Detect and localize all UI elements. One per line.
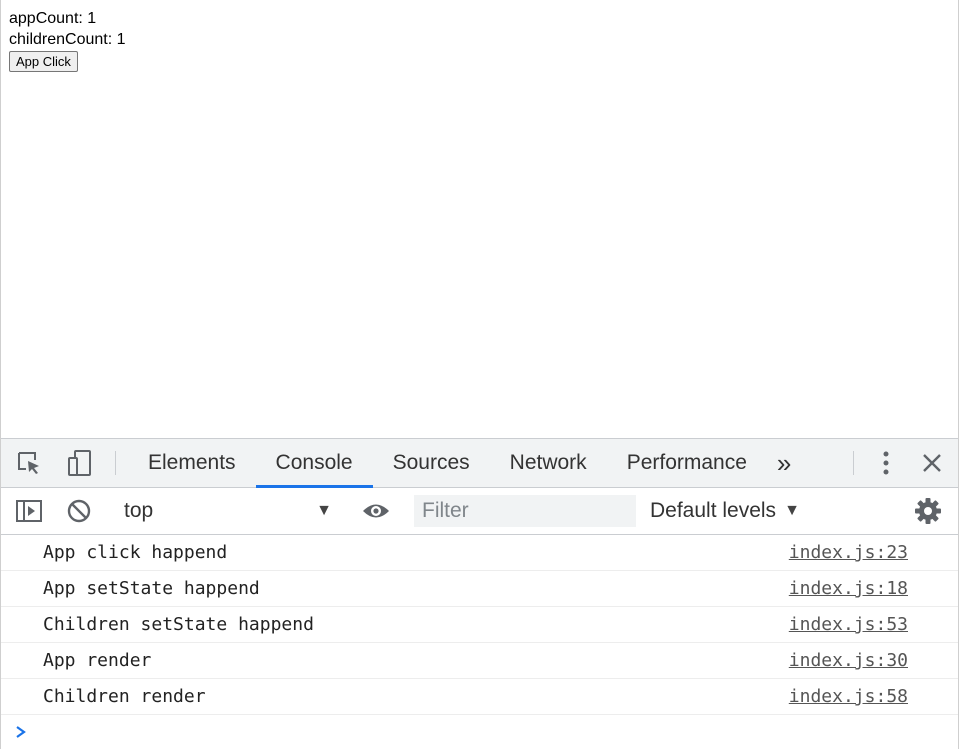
tab-performance[interactable]: Performance [607,439,767,487]
console-source-link[interactable]: index.js:23 [789,542,908,563]
app-count-label: appCount [9,10,87,27]
app-count-line: appCount1 [9,8,950,29]
children-count-line: childrenCount1 [9,29,950,50]
sidebar-toggle-icon[interactable] [1,499,57,523]
clear-console-icon[interactable] [57,498,101,524]
kebab-menu-icon[interactable] [866,439,906,487]
device-toolbar-icon[interactable] [57,439,103,487]
more-tabs-icon[interactable]: » [767,439,801,487]
context-label: top [124,499,154,522]
filter-input[interactable] [414,495,636,527]
tab-console[interactable]: Console [255,439,373,488]
console-message-text: Children render [43,686,206,707]
tab-sources[interactable]: Sources [373,439,490,487]
browser-viewport: appCount1 childrenCount1 App Click Eleme… [0,0,959,749]
app-click-button[interactable]: App Click [9,51,78,72]
children-count-label: childrenCount [9,31,117,48]
tab-network[interactable]: Network [490,439,607,487]
console-source-link[interactable]: index.js:53 [789,614,908,635]
console-toolbar: top ▼ Default levels ▼ [1,488,958,535]
console-message: App render index.js:30 [1,643,958,679]
console-source-link[interactable]: index.js:18 [789,578,908,599]
devtools-panel: Elements Console Sources Network Perform… [1,438,958,749]
console-log: App click happend index.js:23 App setSta… [1,535,958,749]
children-count-value: 1 [116,31,126,48]
console-message-text: App setState happend [43,578,260,599]
console-prompt[interactable] [1,715,958,749]
gear-icon[interactable] [898,497,958,525]
toolbar-divider [853,451,854,475]
console-message-text: App click happend [43,542,228,563]
devtools-tabbar: Elements Console Sources Network Perform… [1,439,958,488]
console-message: Children render index.js:58 [1,679,958,715]
console-message-text: App render [43,650,152,671]
page-content: appCount1 childrenCount1 App Click [1,0,958,438]
console-message: App setState happend index.js:18 [1,571,958,607]
console-message: App click happend index.js:23 [1,535,958,571]
eye-icon[interactable] [345,501,407,521]
console-message-text: Children setState happend [43,614,314,635]
console-source-link[interactable]: index.js:58 [789,686,908,707]
dropdown-arrow-icon: ▼ [316,502,332,519]
console-message: Children setState happend index.js:53 [1,607,958,643]
toolbar-divider [115,451,116,475]
log-levels-label: Default levels [650,499,777,522]
log-levels-dropdown[interactable]: Default levels ▼ [636,488,814,534]
dropdown-arrow-icon: ▼ [784,502,800,519]
close-icon[interactable] [906,439,958,487]
context-selector[interactable]: top ▼ [110,488,344,534]
inspect-element-icon[interactable] [1,439,57,487]
console-source-link[interactable]: index.js:30 [789,650,908,671]
app-count-value: 1 [87,10,97,27]
prompt-chevron-icon [16,726,26,738]
tab-elements[interactable]: Elements [128,439,256,487]
